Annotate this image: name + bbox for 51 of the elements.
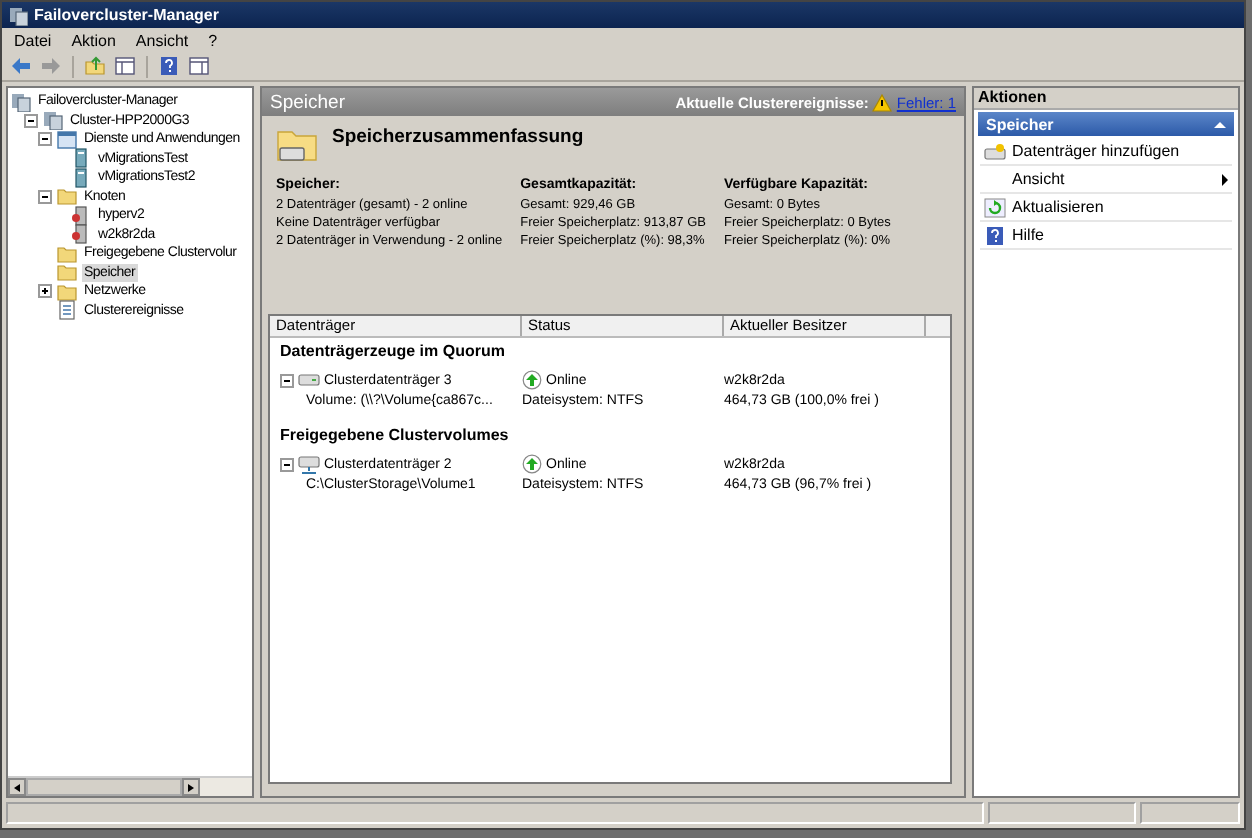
server-icon (70, 167, 92, 188)
submenu-arrow-icon (1222, 173, 1228, 185)
cluster-icon (42, 110, 64, 131)
action-item[interactable]: Ansicht (980, 166, 1232, 194)
folder-icon (56, 243, 78, 264)
group-heading: Datenträgerzeuge im Quorum (278, 340, 507, 364)
action-item[interactable]: Hilfe (980, 222, 1232, 250)
back-arrow-icon[interactable] (10, 56, 32, 76)
help-icon (984, 225, 1006, 245)
cluster-icon (8, 5, 28, 25)
collapse-box-icon[interactable] (24, 113, 38, 128)
collapse-box-icon[interactable] (280, 373, 294, 387)
folder-icon (56, 186, 78, 207)
menu-item[interactable]: Datei (14, 31, 52, 49)
menu-item[interactable]: Aktion (71, 31, 116, 49)
online-arrow-icon (522, 370, 542, 390)
collapse-box-icon[interactable] (280, 457, 294, 471)
action-item[interactable]: Datenträger hinzufügen (980, 138, 1232, 166)
horizontal-scrollbar[interactable] (8, 776, 252, 796)
status-panel (1140, 802, 1240, 824)
folder-icon (56, 262, 78, 283)
refresh-icon (984, 197, 1006, 217)
warning-icon (872, 93, 893, 111)
summary-heading: Speicherzusammenfassung (332, 126, 584, 148)
cluster-icon (10, 91, 32, 112)
window-title: Failovercluster-Manager (34, 6, 219, 24)
scroll-thumb[interactable] (26, 778, 182, 796)
section-header[interactable]: Speicher (978, 112, 1234, 136)
panel-title: Speicher (270, 91, 345, 113)
help-icon[interactable] (158, 56, 180, 76)
actions-title: Aktionen (974, 88, 1238, 110)
action-item[interactable]: Aktualisieren (980, 194, 1232, 222)
collapse-box-icon[interactable] (38, 132, 52, 147)
server-icon (70, 148, 92, 169)
server-icon (70, 224, 92, 245)
folder-up-icon[interactable] (84, 56, 106, 76)
pane-icon[interactable] (188, 56, 210, 76)
pane-icon[interactable] (114, 56, 136, 76)
menu-item[interactable]: ? (208, 31, 218, 49)
collapse-box-icon[interactable] (38, 189, 52, 204)
server-icon (70, 205, 92, 226)
online-arrow-icon (522, 454, 542, 474)
menu-item[interactable]: Ansicht (135, 31, 189, 49)
scroll-right-icon[interactable] (182, 778, 200, 796)
expand-box-icon[interactable] (38, 284, 52, 299)
folder-icon (56, 281, 78, 302)
scroll-left-icon[interactable] (8, 778, 26, 796)
caret-icon (1214, 121, 1226, 127)
document-icon (56, 300, 78, 321)
window-icon (56, 129, 78, 150)
group-heading: Freigegebene Clustervolumes (278, 424, 511, 448)
